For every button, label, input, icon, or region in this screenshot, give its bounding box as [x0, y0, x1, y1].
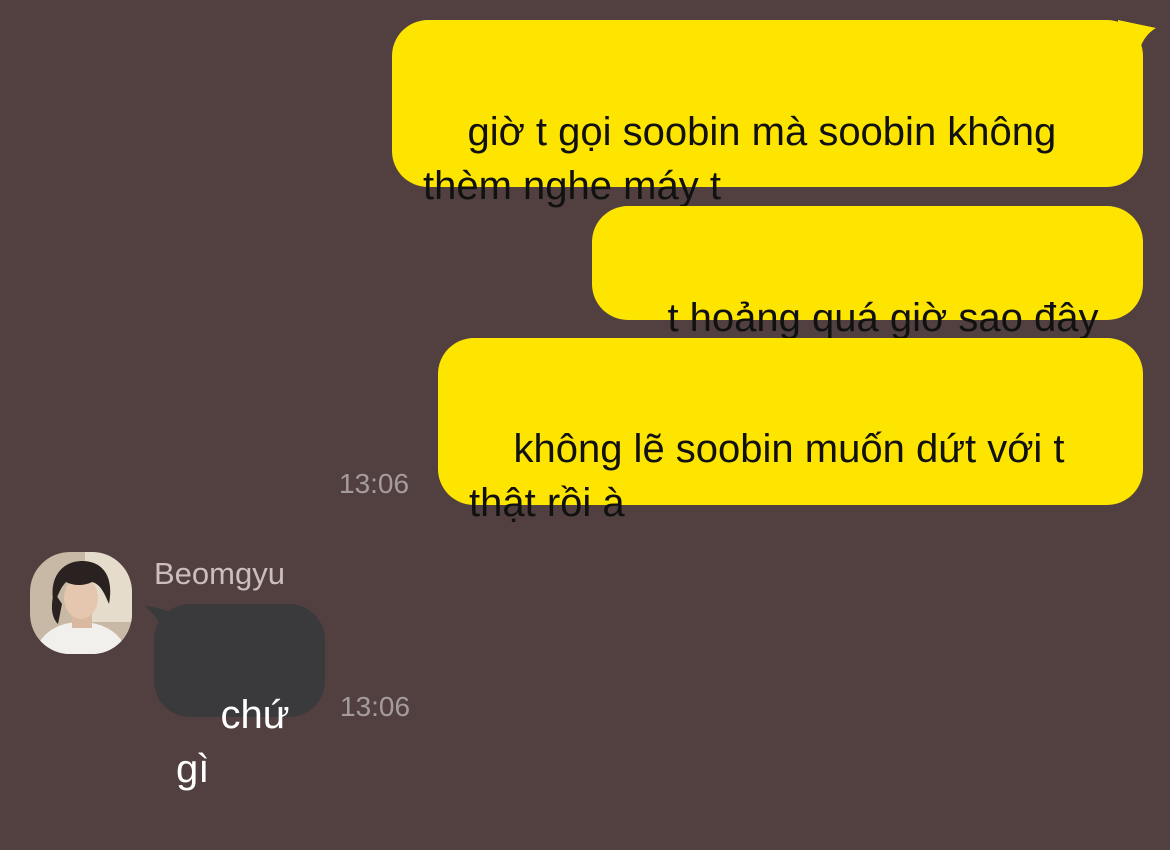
bubble-tail-shape: [1118, 20, 1156, 56]
chat-view[interactable]: giờ t gọi soobin mà soobin không thèm ng…: [0, 0, 1170, 791]
outgoing-message[interactable]: giờ t gọi soobin mà soobin không thèm ng…: [392, 20, 1143, 208]
message-text: giờ t gọi soobin mà soobin không thèm ng…: [423, 110, 1057, 208]
message-text: t hoảng quá giờ sao đây: [667, 296, 1099, 340]
message-timestamp: 13:06: [340, 691, 411, 722]
incoming-message[interactable]: chứ gì: [154, 604, 325, 791]
message-text: chứ gì: [176, 693, 301, 791]
outgoing-message[interactable]: không lẽ soobin muốn dứt với t thật rồi …: [438, 338, 1143, 525]
message-timestamp: 13:06: [339, 468, 410, 499]
message-text: không lẽ soobin muốn dứt với t thật rồi …: [469, 427, 1065, 525]
bubble-tail-icon: [1118, 20, 1156, 56]
outgoing-message[interactable]: t hoảng quá giờ sao đây: [592, 206, 1143, 340]
profile-photo-icon: [30, 552, 132, 654]
sender-name: Beomgyu: [154, 556, 285, 591]
sender-avatar[interactable]: [30, 552, 132, 654]
